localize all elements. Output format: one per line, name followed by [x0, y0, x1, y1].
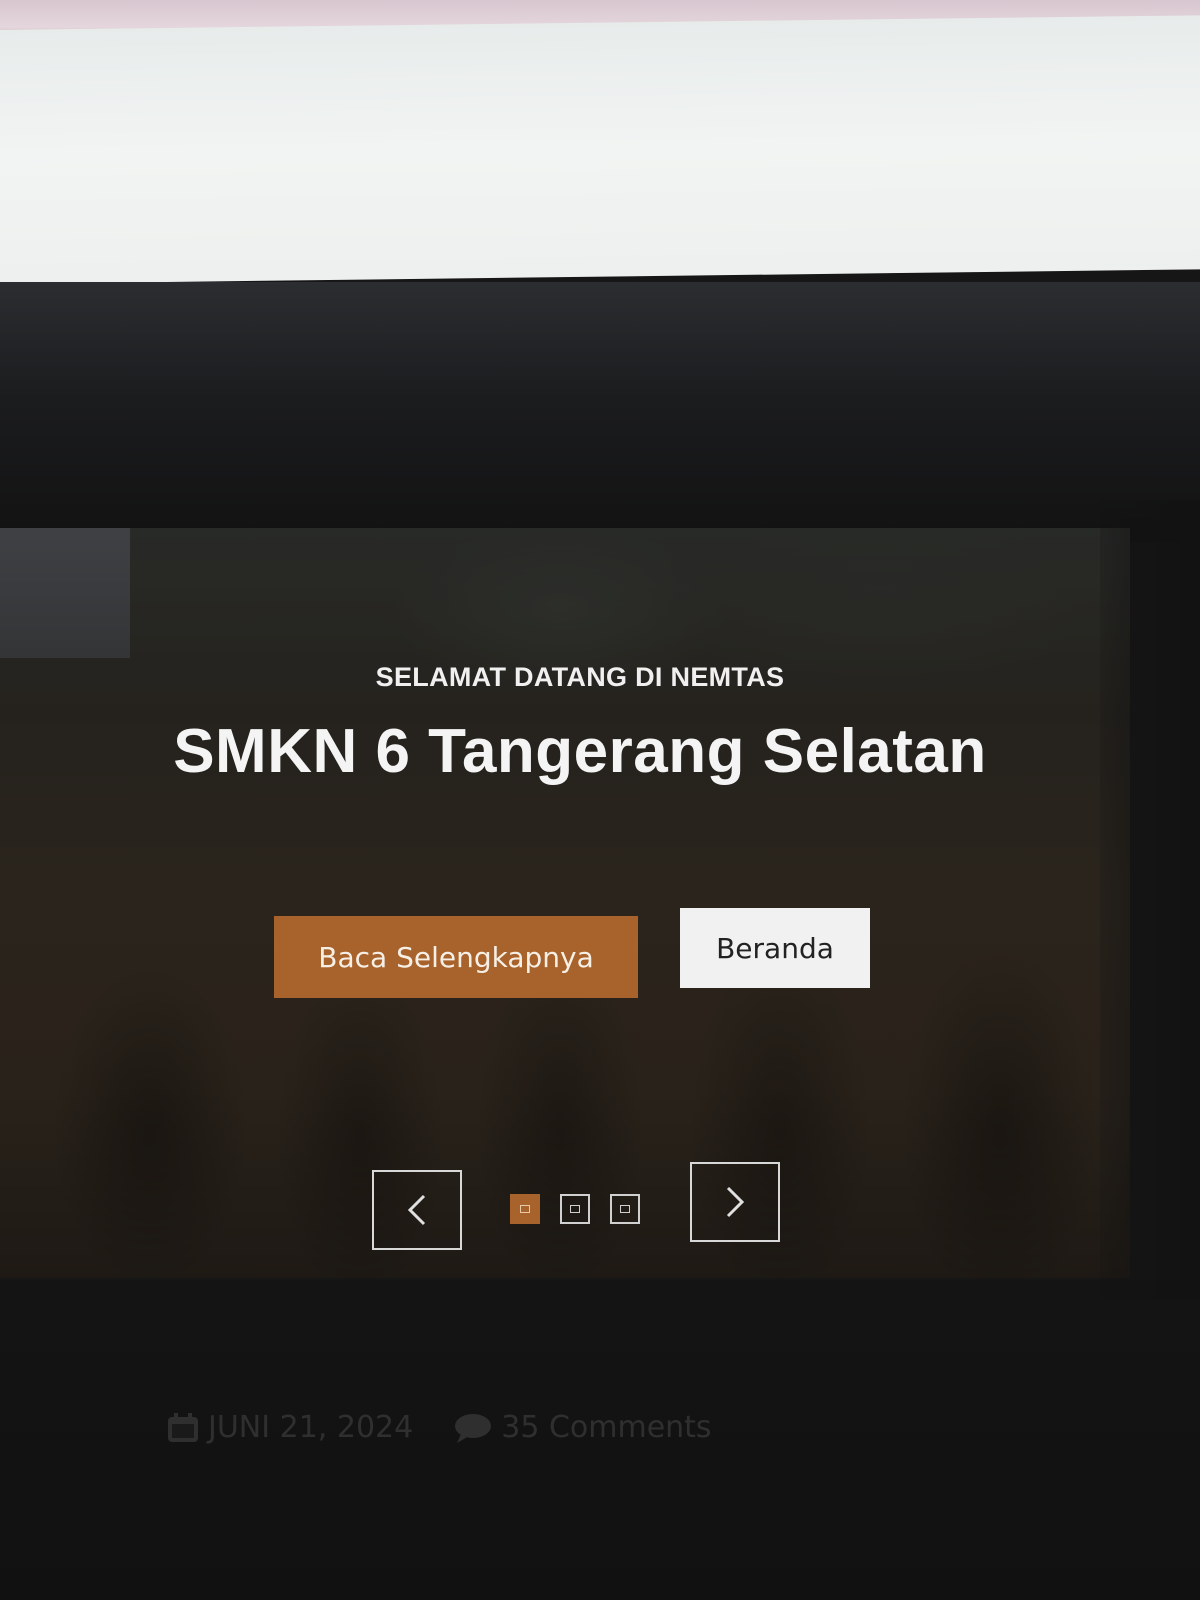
slider-dot-3[interactable] [610, 1194, 640, 1224]
hero-title: SMKN 6 Tangerang Selatan [173, 717, 987, 786]
home-button[interactable]: Beranda [680, 908, 870, 988]
hero-subtitle: SELAMAT DATANG DI NEMTAS [375, 662, 785, 692]
chevron-right-icon [726, 1186, 745, 1218]
hero-overlay [0, 528, 1130, 1278]
comment-icon [455, 1413, 492, 1443]
post-comments-text[interactable]: 35 Comments [501, 1410, 711, 1445]
chevron-left-icon [407, 1194, 426, 1226]
read-more-button[interactable]: Baca Selengkapnya [274, 916, 638, 998]
calendar-icon [168, 1412, 198, 1442]
site-header [0, 15, 1200, 285]
post-date: JUNI 21, 2024 [166, 1410, 413, 1445]
post-comments[interactable]: 35 Comments [453, 1410, 712, 1445]
screen-edge-shadow [1100, 500, 1200, 1300]
slider-dot-2[interactable] [560, 1194, 590, 1224]
slider-prev-button[interactable] [372, 1170, 462, 1250]
page: SELAMAT DATANG DI NEMTAS SMKN 6 Tangeran… [0, 0, 1200, 1600]
slider-pagination [510, 1194, 640, 1224]
hero-slider: SELAMAT DATANG DI NEMTAS SMKN 6 Tangeran… [0, 528, 1130, 1278]
slider-next-button[interactable] [690, 1162, 780, 1242]
dark-banner [0, 282, 1200, 542]
slider-dot-1[interactable] [510, 1194, 540, 1224]
post-meta: JUNI 21, 2024 35 Comments [166, 1410, 752, 1445]
post-date-text: JUNI 21, 2024 [208, 1410, 414, 1445]
